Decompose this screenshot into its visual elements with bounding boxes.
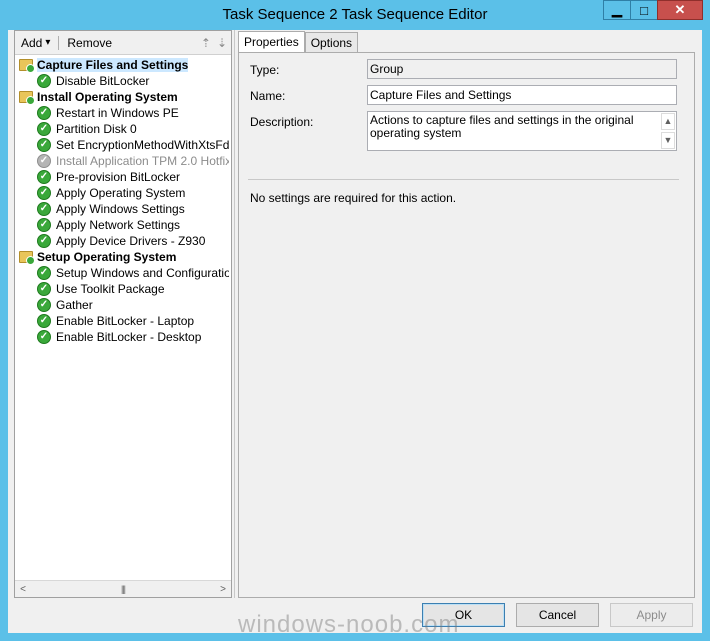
success-check-icon: ✓: [37, 106, 51, 120]
tree-step-item[interactable]: ✓ Enable BitLocker - Laptop: [17, 313, 229, 329]
remove-button[interactable]: Remove: [61, 36, 118, 50]
tree-step-item[interactable]: ✓ Disable BitLocker: [17, 73, 229, 89]
task-sequence-tree: Capture Files and Settings ✓ Disable BitLo…: [17, 57, 229, 577]
group-folder-icon: [19, 251, 35, 265]
description-text: Actions to capture files and settings in…: [370, 113, 634, 140]
success-check-icon: ✓: [37, 330, 51, 344]
name-field[interactable]: Capture Files and Settings: [367, 85, 677, 105]
tree-group-item[interactable]: Setup Operating System: [17, 249, 229, 265]
tree-step-item[interactable]: ✓ Apply Network Settings: [17, 217, 229, 233]
tree-item-label: Apply Operating System: [56, 186, 186, 200]
watermark-text: windows-noob.com: [238, 611, 460, 638]
tree-item-label: Setup Operating System: [37, 250, 177, 264]
success-check-icon: ✓: [37, 122, 51, 136]
editor-client-area: Add ▾ Remove ⇡ ⇣ Capture Files and Setti…: [8, 30, 702, 633]
section-divider: [248, 179, 679, 180]
maximize-button[interactable]: □: [630, 0, 658, 20]
scroll-thumb-grip-icon[interactable]: |||: [121, 584, 126, 594]
tree-step-item[interactable]: ✓ Use Toolkit Package: [17, 281, 229, 297]
tree-step-item[interactable]: ✓ Install Application TPM 2.0 Hotfix: [17, 153, 229, 169]
tree-item-label: Capture Files and Settings: [37, 58, 189, 72]
tree-item-label: Enable BitLocker - Desktop: [56, 330, 202, 344]
group-folder-icon: [19, 91, 35, 105]
close-button[interactable]: ✕: [657, 0, 703, 20]
chevron-down-icon: ▾: [45, 37, 51, 48]
tree-step-item[interactable]: ✓ Apply Device Drivers - Z930: [17, 233, 229, 249]
success-check-icon: ✓: [37, 298, 51, 312]
tree-step-item[interactable]: ✓ Gather: [17, 297, 229, 313]
tree-item-label: Enable BitLocker - Laptop: [56, 314, 195, 328]
tree-step-item[interactable]: ✓ Restart in Windows PE: [17, 105, 229, 121]
success-check-icon: ✓: [37, 234, 51, 248]
scroll-up-icon[interactable]: ▲: [661, 113, 675, 130]
properties-pane: Properties Options Type: Group Name: Cap…: [238, 30, 696, 598]
tree-step-item[interactable]: ✓ Enable BitLocker - Desktop: [17, 329, 229, 345]
tree-item-label: Pre-provision BitLocker: [56, 170, 181, 184]
success-check-icon: ✓: [37, 202, 51, 216]
success-check-icon: ✓: [37, 170, 51, 184]
tab-strip: Properties Options: [238, 31, 359, 53]
properties-tab-panel: Type: Group Name: Capture Files and Sett…: [238, 52, 695, 598]
tree-item-label: Disable BitLocker: [56, 74, 150, 88]
scroll-right-icon[interactable]: >: [215, 584, 231, 595]
type-label: Type:: [250, 63, 280, 77]
tree-toolbar: Add ▾ Remove ⇡ ⇣: [15, 31, 231, 55]
tree-step-item[interactable]: ✓ Pre-provision BitLocker: [17, 169, 229, 185]
tree-group-item[interactable]: Capture Files and Settings: [17, 57, 229, 73]
cancel-button[interactable]: Cancel: [516, 603, 599, 627]
task-sequence-editor-window: Task Sequence 2 Task Sequence Editor ▁ □…: [0, 0, 710, 641]
disabled-check-icon: ✓: [37, 154, 51, 168]
tree-step-item[interactable]: ✓ Set EncryptionMethodWithXtsFdv: [17, 137, 229, 153]
add-button[interactable]: Add ▾: [15, 36, 56, 50]
tab-properties[interactable]: Properties: [238, 31, 305, 52]
tree-item-label: Apply Device Drivers - Z930: [56, 234, 206, 248]
success-check-icon: ✓: [37, 138, 51, 152]
tree-step-item[interactable]: ✓ Apply Windows Settings: [17, 201, 229, 217]
tree-item-label: Gather: [56, 298, 93, 312]
success-check-icon: ✓: [37, 218, 51, 232]
tree-item-label: Install Application TPM 2.0 Hotfix: [56, 154, 229, 168]
type-field: Group: [367, 59, 677, 79]
success-check-icon: ✓: [37, 314, 51, 328]
title-bar[interactable]: Task Sequence 2 Task Sequence Editor ▁ □…: [0, 0, 710, 30]
description-field[interactable]: Actions to capture files and settings in…: [367, 111, 677, 151]
tab-options[interactable]: Options: [304, 32, 359, 52]
tree-horizontal-scrollbar[interactable]: < ||| >: [15, 580, 231, 597]
success-check-icon: ✓: [37, 74, 51, 88]
tree-step-item[interactable]: ✓ Setup Windows and Configuration: [17, 265, 229, 281]
group-folder-icon: [19, 59, 35, 73]
success-check-icon: ✓: [37, 282, 51, 296]
move-down-icon[interactable]: ⇣: [217, 36, 227, 50]
add-button-label: Add: [21, 35, 43, 50]
tree-item-label: Install Operating System: [37, 90, 178, 104]
tree-step-item[interactable]: ✓ Apply Operating System: [17, 185, 229, 201]
move-up-icon[interactable]: ⇡: [201, 36, 211, 50]
scroll-down-icon[interactable]: ▼: [661, 132, 675, 149]
description-label: Description:: [250, 115, 314, 129]
no-settings-note: No settings are required for this action…: [250, 191, 457, 205]
tree-item-label: Apply Network Settings: [56, 218, 181, 232]
tree-item-label: Use Toolkit Package: [56, 282, 165, 296]
tree-item-label: Setup Windows and Configuration: [56, 266, 229, 280]
tree-group-item[interactable]: Install Operating System: [17, 89, 229, 105]
apply-button[interactable]: Apply: [610, 603, 693, 627]
task-sequence-tree-pane: Add ▾ Remove ⇡ ⇣ Capture Files and Setti…: [14, 30, 232, 598]
success-check-icon: ✓: [37, 186, 51, 200]
name-label: Name:: [250, 89, 286, 103]
tree-item-label: Restart in Windows PE: [56, 106, 179, 120]
toolbar-divider: [58, 35, 60, 50]
minimize-button[interactable]: ▁: [603, 0, 631, 20]
tree-item-label: Apply Windows Settings: [56, 202, 185, 216]
tree-step-item[interactable]: ✓ Partition Disk 0: [17, 121, 229, 137]
tree-item-label: Set EncryptionMethodWithXtsFdv: [56, 138, 229, 152]
success-check-icon: ✓: [37, 266, 51, 280]
scroll-left-icon[interactable]: <: [15, 584, 31, 595]
tree-item-label: Partition Disk 0: [56, 122, 137, 136]
